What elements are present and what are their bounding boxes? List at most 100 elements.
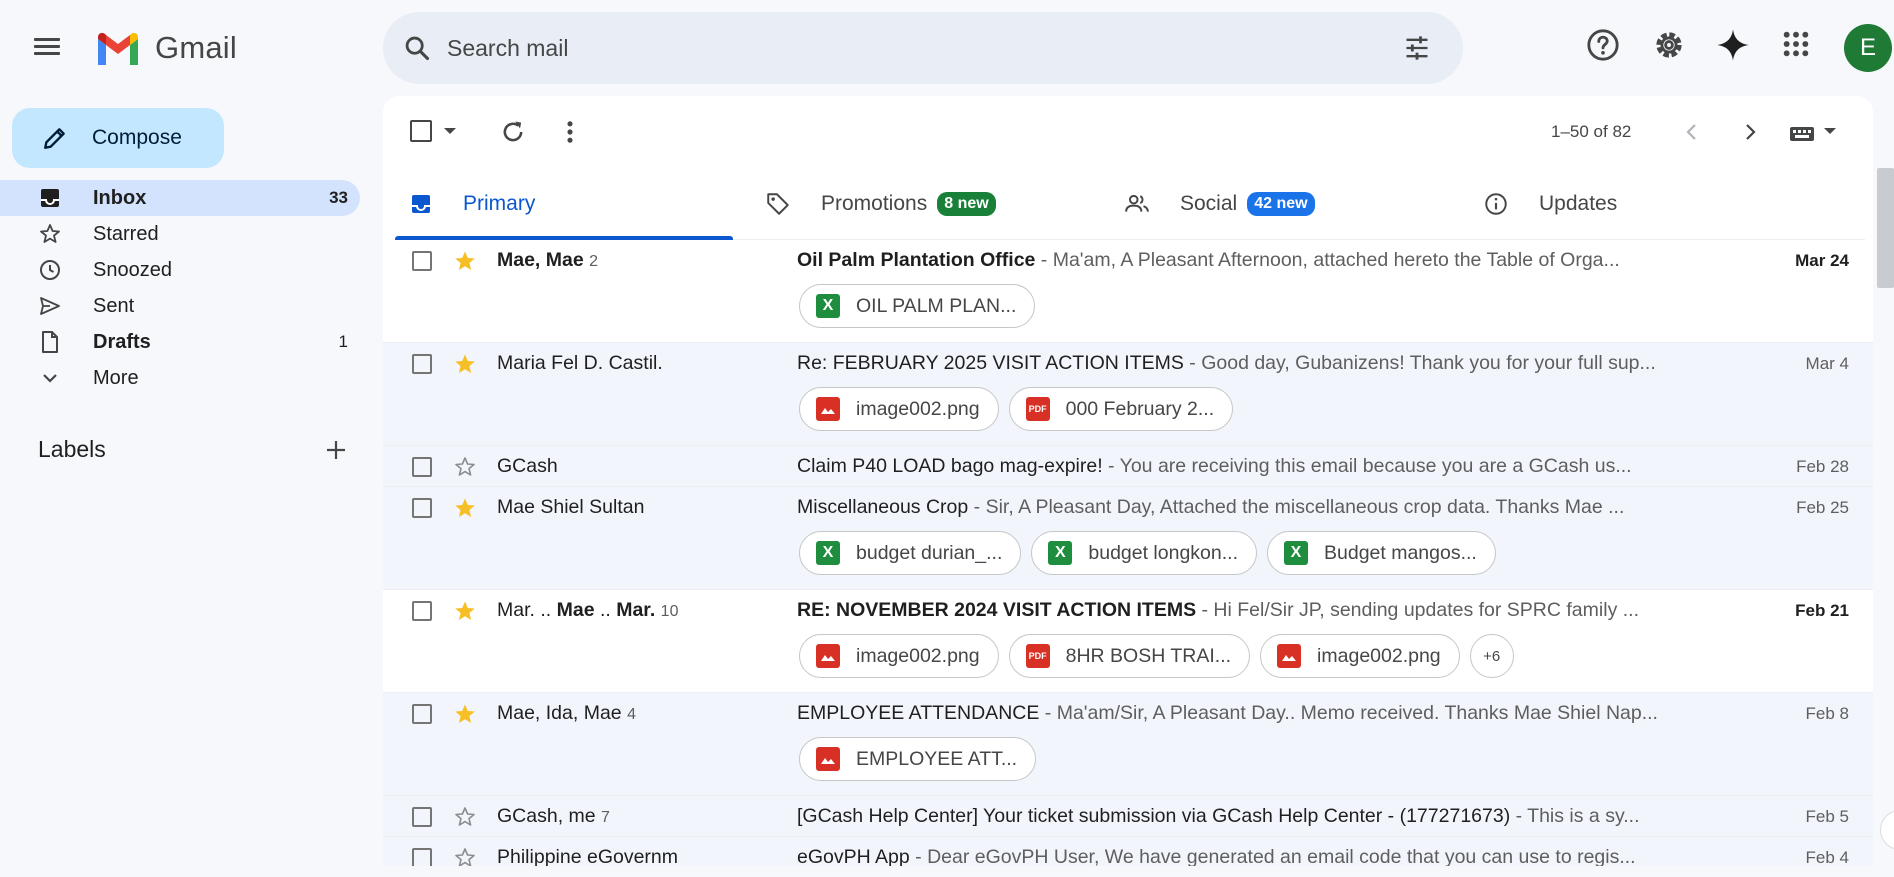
attachment-chip[interactable]: image002.png [799, 634, 999, 678]
attachment-chip[interactable]: image002.png [1260, 634, 1460, 678]
row-checkbox[interactable] [412, 457, 432, 477]
input-tools-dropdown-icon[interactable] [1823, 126, 1837, 136]
row-checkbox[interactable] [412, 354, 432, 374]
add-label-icon[interactable] [324, 438, 348, 462]
tab-primary[interactable]: Primary [395, 168, 733, 240]
email-subject: Re: FEBRUARY 2025 VISIT ACTION ITEMS [797, 352, 1184, 374]
newer-page-icon[interactable] [1680, 120, 1704, 144]
attachment-chip[interactable]: X OIL PALM PLAN... [799, 284, 1036, 328]
refresh-icon[interactable] [499, 118, 527, 146]
gemini-sparkle-icon[interactable] [1716, 28, 1750, 62]
row-checkbox[interactable] [412, 601, 432, 621]
search-input[interactable] [447, 26, 1347, 70]
help-icon[interactable] [1586, 28, 1620, 62]
email-date: Feb 25 [1796, 498, 1849, 517]
email-snippet: - Ma'am/Sir, A Pleasant Day.. Memo recei… [1039, 702, 1658, 724]
sidebar-item-more[interactable]: More [0, 360, 360, 396]
select-dropdown-icon[interactable] [443, 126, 457, 136]
email-preview: Claim P40 LOAD bago mag-expire! - You ar… [797, 455, 1705, 478]
pagination-text: 1–50 of 82 [1551, 122, 1632, 141]
email-sender: GCash, me 7 [497, 805, 610, 828]
starred-icon[interactable] [453, 496, 477, 525]
star-icon[interactable] [453, 805, 477, 834]
scrollbar-thumb[interactable] [1877, 168, 1894, 288]
gmail-logo[interactable]: Gmail [95, 30, 237, 66]
attachment-name: 8HR BOSH TRAI... [1065, 644, 1232, 667]
labels-section: Labels [38, 436, 348, 463]
apps-grid-icon[interactable] [1780, 28, 1812, 60]
email-row[interactable]: GCash Claim P40 LOAD bago mag-expire! - Y… [383, 446, 1873, 487]
email-subject: Miscellaneous Crop [797, 496, 969, 518]
more-attachments-chip[interactable]: +6 [1469, 634, 1514, 678]
attachment-chip[interactable]: X Budget mangos... [1267, 531, 1496, 575]
sidebar-item-starred[interactable]: Starred [0, 216, 360, 252]
sidebar-item-drafts[interactable]: Drafts 1 [0, 324, 360, 360]
more-options-icon[interactable] [559, 118, 581, 146]
thread-count: 10 [660, 603, 679, 620]
image-icon [1277, 644, 1302, 668]
starred-icon[interactable] [453, 599, 477, 628]
draft-icon [38, 330, 62, 354]
star-icon[interactable] [453, 846, 477, 866]
row-checkbox[interactable] [412, 848, 432, 866]
search-icon[interactable] [403, 34, 431, 62]
attachment-name: image002.png [856, 397, 980, 420]
tab-social[interactable]: Social 42 new [1110, 168, 1448, 240]
spreadsheet-icon: X [1048, 541, 1073, 565]
app-title: Gmail [155, 30, 237, 65]
side-panel-toggle[interactable] [1880, 810, 1894, 850]
email-preview: eGovPH App - Dear eGovPH User, We have g… [797, 846, 1705, 866]
email-row[interactable]: Mae, Ida, Mae 4 EMPLOYEE ATTENDANCE - Ma'… [383, 693, 1873, 796]
email-row[interactable]: Maria Fel D. Castil. Re: FEBRUARY 2025 VI… [383, 343, 1873, 446]
email-row-main: Mar. .. Mae .. Mar. 10 RE: NOVEMBER 2024 … [383, 590, 1873, 630]
starred-icon[interactable] [453, 352, 477, 381]
star-icon[interactable] [453, 455, 477, 484]
attachment-chip[interactable]: Xbudget durian_... [799, 531, 1022, 575]
email-row-main: Mae, Mae 2 Oil Palm Plantation Office - M… [383, 240, 1873, 280]
email-row[interactable]: Mae Shiel Sultan Miscellaneous Crop - Sir… [383, 487, 1873, 590]
spreadsheet-icon: X [1284, 541, 1308, 565]
email-subject: Claim P40 LOAD bago mag-expire! [797, 455, 1103, 477]
sidebar-item-sent[interactable]: Sent [0, 288, 360, 324]
settings-gear-icon[interactable] [1652, 28, 1686, 62]
compose-button[interactable]: Compose [12, 108, 224, 168]
thread-count: 2 [589, 253, 599, 270]
search-options-icon[interactable] [1403, 34, 1431, 62]
account-avatar[interactable]: E [1844, 24, 1892, 72]
starred-icon[interactable] [453, 249, 477, 278]
starred-icon[interactable] [453, 702, 477, 731]
tab-label: Social [1180, 192, 1238, 215]
email-row-main: GCash, me 7 [GCash Help Center] Your tick… [383, 796, 1873, 836]
row-checkbox[interactable] [412, 498, 432, 518]
select-all-checkbox[interactable] [410, 120, 432, 142]
sidebar-item-inbox[interactable]: Inbox 33 [0, 180, 360, 216]
main-menu-button[interactable] [34, 34, 64, 64]
email-row[interactable]: Mar. .. Mae .. Mar. 10 RE: NOVEMBER 2024 … [383, 590, 1873, 693]
new-count-badge: 8 new [937, 192, 996, 216]
sender-name: Mae Shiel Sultan [497, 496, 645, 518]
tab-label: Primary [463, 192, 536, 215]
email-row[interactable]: Philippine eGovernm eGovPH App - Dear eGo… [383, 837, 1873, 866]
tab-updates[interactable]: Updates [1469, 168, 1807, 240]
keyboard-icon[interactable] [1789, 122, 1819, 144]
email-row[interactable]: GCash, me 7 [GCash Help Center] Your tick… [383, 796, 1873, 837]
email-sender: GCash [497, 455, 558, 478]
row-checkbox[interactable] [412, 807, 432, 827]
star-icon [38, 222, 62, 246]
attachment-chip[interactable]: PDF 000 February 2... [1008, 387, 1234, 431]
tab-promotions[interactable]: Promotions 8 new [751, 168, 1089, 240]
email-snippet: - Hi Fel/Sir JP, sending updates for SPR… [1196, 599, 1640, 621]
attachment-chip[interactable]: PDF 8HR BOSH TRAI... [1008, 634, 1251, 678]
older-page-icon[interactable] [1738, 120, 1762, 144]
attachment-chip[interactable]: Xbudget longkon... [1031, 531, 1257, 575]
row-checkbox[interactable] [412, 704, 432, 724]
email-row[interactable]: Mae, Mae 2 Oil Palm Plantation Office - M… [383, 240, 1873, 343]
email-snippet: - Sir, A Pleasant Day, Attached the misc… [968, 496, 1625, 518]
attachment-chip[interactable]: EMPLOYEE ATT... [799, 737, 1037, 781]
sidebar-item-snoozed[interactable]: Snoozed [0, 252, 360, 288]
attachment-chips: EMPLOYEE ATT... [383, 733, 1873, 795]
row-checkbox[interactable] [412, 251, 432, 271]
attachment-chip[interactable]: image002.png [799, 387, 999, 431]
clock-icon [38, 258, 62, 282]
pencil-icon [44, 128, 65, 149]
